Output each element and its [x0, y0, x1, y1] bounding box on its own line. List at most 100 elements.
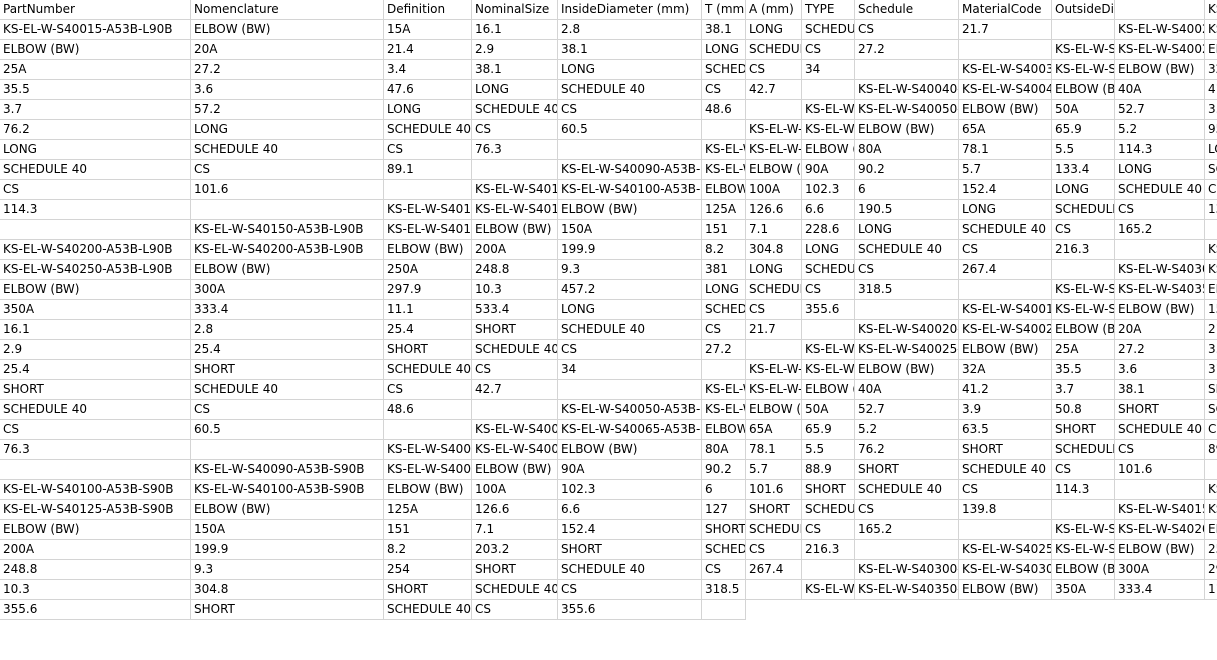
cell-schedule[interactable]: SCHEDULE 40	[1115, 420, 1205, 440]
cell-definition[interactable]: ELBOW (BW)	[802, 380, 855, 400]
cell-definition[interactable]: ELBOW (BW)	[1052, 320, 1115, 340]
cell-definition[interactable]: ELBOW (BW)	[959, 340, 1052, 360]
cell-material-code[interactable]: CS	[472, 120, 558, 140]
cell-type[interactable]: LONG	[1052, 180, 1115, 200]
cell-nomenclature[interactable]: KS-EL-W-S40350-A53B-S90B	[855, 580, 959, 600]
cell-definition[interactable]: ELBOW (BW)	[384, 480, 472, 500]
cell-definition[interactable]: ELBOW (BW)	[0, 280, 191, 300]
cell-outside-diameter[interactable]: 76.3	[472, 140, 558, 160]
cell-inside-diameter[interactable]: 16.1	[0, 320, 191, 340]
cell-definition[interactable]: ELBOW (BW)	[1205, 40, 1217, 60]
cell-thickness[interactable]: 6	[702, 480, 746, 500]
cell-outside-diameter[interactable]: 89.1	[384, 160, 472, 180]
cell-type[interactable]: SHORT	[384, 580, 472, 600]
cell-outside-diameter[interactable]: 216.3	[1052, 240, 1115, 260]
cell-schedule[interactable]: SCHEDULE 40	[384, 120, 472, 140]
cell-inside-diameter[interactable]: 151	[384, 520, 472, 540]
cell-outside-diameter[interactable]: 318.5	[702, 580, 746, 600]
empty-cell[interactable]	[802, 80, 855, 100]
empty-cell[interactable]	[191, 440, 384, 460]
cell-part-number[interactable]: KS-EL-W-S40040-A53B-S90B	[702, 380, 746, 400]
cell-type[interactable]: SHORT	[959, 440, 1052, 460]
cell-part-number[interactable]: KS-EL-W-S40020-A53B-L90B	[1115, 20, 1205, 40]
cell-outside-diameter[interactable]: 60.5	[558, 120, 702, 140]
cell-definition[interactable]: ELBOW (BW)	[558, 200, 702, 220]
cell-part-number[interactable]: KS-EL-W-S40150-A53B-S90B	[1115, 500, 1205, 520]
cell-nomenclature[interactable]: KS-EL-W-S40020-A53B-L90B	[1205, 20, 1217, 40]
empty-cell[interactable]	[959, 40, 1052, 60]
empty-cell[interactable]	[1115, 240, 1205, 260]
cell-thickness[interactable]: 7.1	[746, 220, 802, 240]
cell-nominal-size[interactable]: 90A	[558, 460, 702, 480]
cell-inside-diameter[interactable]: 78.1	[746, 440, 802, 460]
cell-nomenclature[interactable]: KS-EL-W-S40250-A53B-L90B	[0, 260, 191, 280]
cell-a-dimension[interactable]: 381	[702, 260, 746, 280]
empty-cell[interactable]	[802, 560, 855, 580]
cell-inside-diameter[interactable]: 21.4	[384, 40, 472, 60]
cell-type[interactable]: LONG	[802, 240, 855, 260]
header-cell-inside-diameter[interactable]: InsideDiameter (mm)	[558, 0, 702, 20]
cell-type[interactable]: LONG	[1115, 160, 1205, 180]
cell-a-dimension[interactable]: 304.8	[191, 580, 384, 600]
cell-nomenclature[interactable]: KS-EL-W-S40125-A53B-S90B	[0, 500, 191, 520]
empty-cell[interactable]	[746, 100, 802, 120]
cell-inside-diameter[interactable]: 102.3	[558, 480, 702, 500]
cell-nominal-size[interactable]: 15A	[384, 20, 472, 40]
empty-cell[interactable]	[1115, 480, 1205, 500]
cell-nomenclature[interactable]: KS-EL-W-S40050-A53B-S90B	[702, 400, 746, 420]
cell-a-dimension[interactable]: 63.5	[959, 420, 1052, 440]
cell-definition[interactable]: ELBOW (BW)	[1052, 80, 1115, 100]
cell-nomenclature[interactable]: KS-EL-W-S40040-A53B-S90B	[746, 380, 802, 400]
cell-schedule[interactable]: SCHEDULE 40	[802, 500, 855, 520]
cell-material-code[interactable]: CS	[702, 320, 746, 340]
cell-material-code[interactable]: CS	[1205, 180, 1217, 200]
cell-nomenclature[interactable]: KS-EL-W-S40300-A53B-L90B	[1205, 260, 1217, 280]
cell-thickness[interactable]: 3.4	[1205, 340, 1217, 360]
cell-definition[interactable]: ELBOW (BW)	[1205, 520, 1217, 540]
cell-schedule[interactable]: SCHEDULE 40	[746, 40, 802, 60]
cell-a-dimension[interactable]: 38.1	[702, 20, 746, 40]
empty-cell[interactable]	[1205, 460, 1217, 480]
cell-a-dimension[interactable]: 57.2	[191, 100, 384, 120]
empty-cell[interactable]	[384, 180, 472, 200]
cell-a-dimension[interactable]: 533.4	[472, 300, 558, 320]
cell-definition[interactable]: ELBOW (BW)	[1115, 540, 1205, 560]
cell-type[interactable]: SHORT	[0, 380, 191, 400]
cell-part-number[interactable]: KS-EL-W-S40100-A53B-L90B	[472, 180, 558, 200]
cell-schedule[interactable]: SCHEDULE 40	[1115, 180, 1205, 200]
cell-material-code[interactable]: CS	[1052, 220, 1115, 240]
cell-outside-diameter[interactable]: 34	[802, 60, 855, 80]
cell-material-code[interactable]: CS	[0, 420, 191, 440]
cell-thickness[interactable]: 3.4	[384, 60, 472, 80]
cell-material-code[interactable]: CS	[384, 140, 472, 160]
cell-nomenclature[interactable]: KS-EL-W-S40040-A53B-L90B	[959, 80, 1052, 100]
cell-material-code[interactable]: CS	[1205, 420, 1217, 440]
cell-outside-diameter[interactable]: 101.6	[191, 180, 384, 200]
header-cell-nominal-size[interactable]: NominalSize	[472, 0, 558, 20]
cell-type[interactable]: LONG	[558, 300, 702, 320]
cell-a-dimension[interactable]: 304.8	[746, 240, 802, 260]
cell-type[interactable]: LONG	[702, 40, 746, 60]
cell-part-number[interactable]: KS-EL-W-S40300-A53B-L90B	[1115, 260, 1205, 280]
cell-schedule[interactable]: SCHEDULE 40	[191, 380, 384, 400]
cell-a-dimension[interactable]: 152.4	[959, 180, 1052, 200]
cell-material-code[interactable]: CS	[472, 360, 558, 380]
cell-type[interactable]: SHORT	[558, 540, 702, 560]
empty-cell[interactable]	[0, 460, 191, 480]
cell-thickness[interactable]: 2.8	[191, 320, 384, 340]
cell-inside-diameter[interactable]: 65.9	[802, 420, 855, 440]
cell-material-code[interactable]: CS	[746, 60, 802, 80]
cell-part-number[interactable]: KS-EL-W-S40100-A53B-S90B	[0, 480, 191, 500]
cell-schedule[interactable]: SCHEDULE 40	[1052, 200, 1115, 220]
cell-material-code[interactable]: CS	[855, 20, 959, 40]
cell-nominal-size[interactable]: 350A	[0, 300, 191, 320]
cell-inside-diameter[interactable]: 27.2	[1115, 340, 1205, 360]
empty-cell[interactable]	[472, 400, 558, 420]
cell-schedule[interactable]: SCHEDULE 40	[0, 400, 191, 420]
cell-inside-diameter[interactable]: 52.7	[1115, 100, 1205, 120]
cell-nomenclature[interactable]: KS-EL-W-S40080-A53B-S90B	[472, 440, 558, 460]
cell-outside-diameter[interactable]: 34	[558, 360, 702, 380]
cell-inside-diameter[interactable]: 21.4	[1205, 320, 1217, 340]
header-cell-thickness[interactable]: T (mm)	[702, 0, 746, 20]
cell-nominal-size[interactable]: 32A	[959, 360, 1052, 380]
